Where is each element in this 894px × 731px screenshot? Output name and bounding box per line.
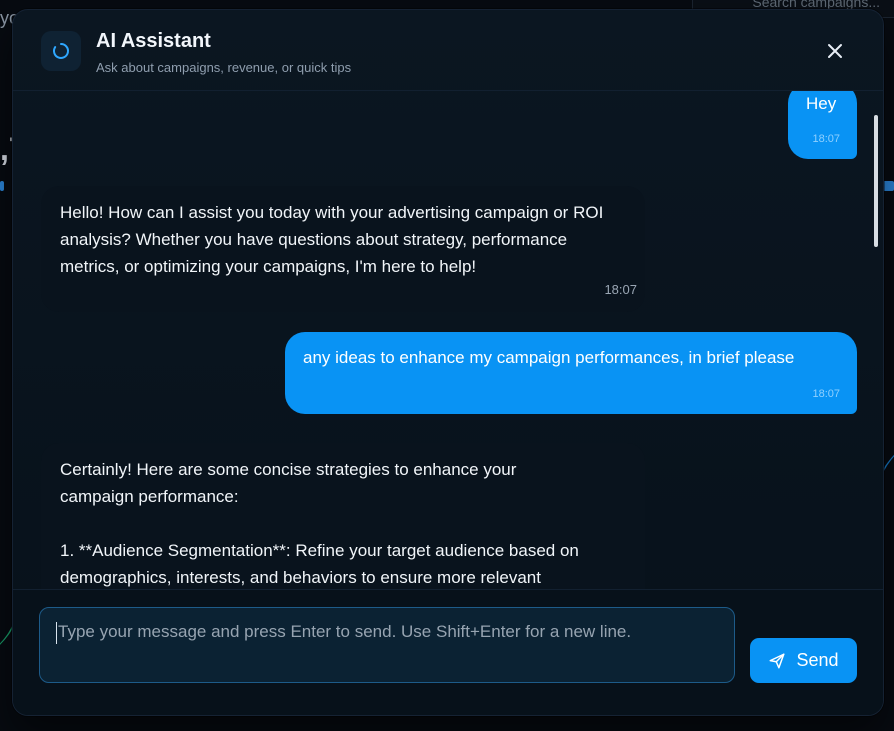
message-time: 18:07 bbox=[812, 133, 840, 145]
assistant-message-text: Hello! How can I assist you today with y… bbox=[60, 203, 604, 276]
assistant-message-text: Certainly! Here are some concise strateg… bbox=[60, 460, 579, 587]
close-button[interactable] bbox=[825, 41, 845, 61]
message-time: 18:07 bbox=[604, 282, 637, 297]
input-caret bbox=[56, 622, 57, 644]
user-message: Hey 18:07 bbox=[788, 91, 857, 159]
close-icon bbox=[828, 44, 842, 58]
chat-scrollbar[interactable] bbox=[874, 115, 878, 247]
spinner-icon bbox=[41, 31, 81, 71]
assistant-message: Certainly! Here are some concise strateg… bbox=[41, 443, 645, 589]
message-time: 18:07 bbox=[812, 388, 840, 400]
message-composer: Type your message and press Enter to sen… bbox=[13, 589, 883, 715]
message-input-placeholder: Type your message and press Enter to sen… bbox=[58, 622, 632, 641]
assistant-subtitle: Ask about campaigns, revenue, or quick t… bbox=[96, 60, 352, 75]
ai-assistant-modal: AI Assistant Ask about campaigns, revenu… bbox=[12, 9, 884, 716]
send-icon bbox=[769, 653, 785, 668]
background-left-accent bbox=[0, 181, 4, 191]
user-message: any ideas to enhance my campaign perform… bbox=[285, 332, 857, 414]
assistant-message: Hello! How can I assist you today with y… bbox=[41, 186, 645, 312]
message-input[interactable]: Type your message and press Enter to sen… bbox=[39, 607, 735, 683]
assistant-title: AI Assistant bbox=[96, 30, 211, 52]
user-message-text: any ideas to enhance my campaign perform… bbox=[303, 348, 795, 367]
send-button-label: Send bbox=[796, 650, 839, 670]
user-message-text: Hey bbox=[806, 94, 837, 113]
send-button[interactable]: Send bbox=[750, 638, 857, 683]
assistant-header: AI Assistant Ask about campaigns, revenu… bbox=[13, 10, 883, 91]
chat-history[interactable]: Hey 18:07 Hello! How can I assist you to… bbox=[13, 91, 883, 589]
